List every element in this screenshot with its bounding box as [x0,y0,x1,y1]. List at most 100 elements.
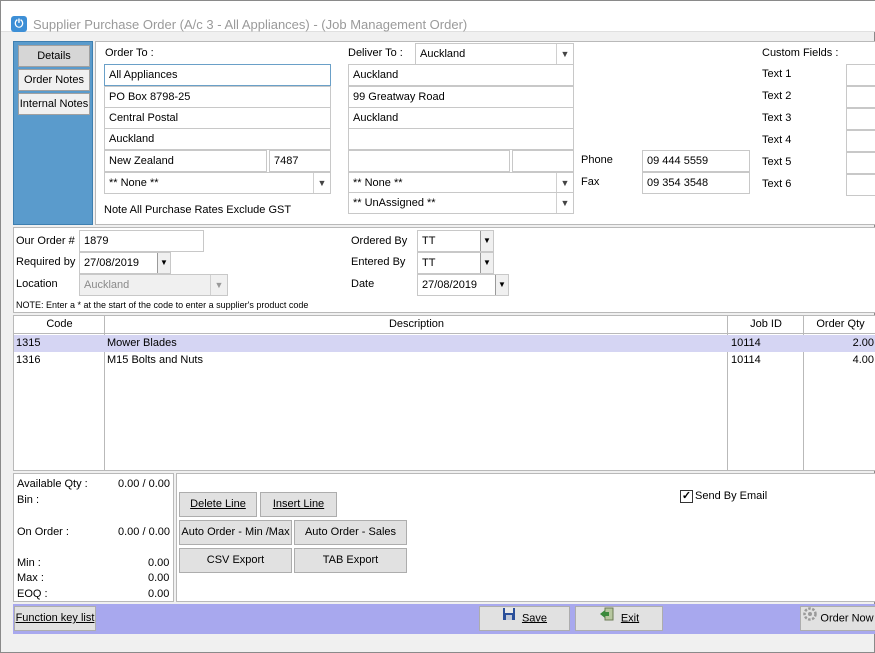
order-to-line-1[interactable]: All Appliances [104,64,331,86]
col-header-description[interactable]: Description [105,318,728,330]
order-to-country[interactable]: New Zealand [104,150,267,172]
deliver-to-postcode[interactable] [512,150,574,172]
deliver-to-label: Deliver To : [348,47,403,59]
tab-order-notes[interactable]: Order Notes [18,69,90,91]
custom-fields-label: Custom Fields : [762,47,839,59]
order-lines-grid[interactable]: Code Description Job ID Order Qty 1315 M… [13,315,875,471]
col-header-order-qty[interactable]: Order Qty [804,318,875,330]
save-button[interactable]: Save [479,606,570,631]
location-label: Location [16,278,58,290]
tab-details[interactable]: Details [18,45,90,67]
entered-by-value: TT [422,257,436,269]
deliver-to-country[interactable] [348,150,510,172]
custom-text-4-field[interactable] [846,130,875,152]
table-row[interactable]: 1315 Mower Blades 10114 2.00 [14,335,875,352]
insert-line-button[interactable]: Insert Line [260,492,337,517]
deliver-to-line-2[interactable]: 99 Greatway Road [348,86,574,108]
exit-button[interactable]: Exit [575,606,663,631]
chevron-down-icon[interactable]: ▼ [556,44,573,64]
cell-description[interactable]: Mower Blades [107,337,177,349]
deliver-to-select-2[interactable]: ** UnAssigned ** ▼ [348,192,574,214]
deliver-to-location-select[interactable]: Auckland ▼ [415,43,574,65]
order-date[interactable]: 27/08/2019 ▼ [417,274,509,296]
chevron-down-icon[interactable]: ▼ [556,193,573,213]
chevron-down-icon[interactable]: ▼ [495,275,508,295]
exit-label: Exit [620,612,640,625]
bin-label: Bin : [17,494,40,506]
table-row[interactable]: 1316 M15 Bolts and Nuts 10114 4.00 [14,352,875,369]
supplier-code-note: NOTE: Enter a * at the start of the code… [16,300,309,310]
ordered-by-label: Ordered By [351,235,408,247]
required-by-date[interactable]: 27/08/2019 ▼ [79,252,171,274]
custom-text-1-field[interactable] [846,64,875,86]
auto-order-sales-button[interactable]: Auto Order - Sales [294,520,407,545]
fax-field[interactable]: 09 354 3548 [642,172,750,194]
custom-text-1-label: Text 1 [762,68,792,80]
entered-by-select[interactable]: TT ▼ [417,252,494,274]
custom-text-3-field[interactable] [846,108,875,130]
csv-export-button[interactable]: CSV Export [179,548,292,573]
custom-text-2-field[interactable] [846,86,875,108]
chevron-down-icon: ▼ [210,275,227,295]
location-value: Auckland [84,279,130,291]
custom-text-6-label: Text 6 [762,178,792,190]
chevron-down-icon[interactable]: ▼ [480,253,493,273]
order-now-label: Order Now [820,612,874,625]
our-order-label: Our Order # [16,235,75,247]
col-header-code[interactable]: Code [14,318,105,330]
save-label: Save [521,612,548,625]
chevron-down-icon[interactable]: ▼ [556,173,573,193]
deliver-to-select-1[interactable]: ** None ** ▼ [348,172,574,194]
cell-job-id[interactable]: 10114 [731,337,761,349]
phone-field[interactable]: 09 444 5559 [642,150,750,172]
col-header-job-id[interactable]: Job ID [728,318,804,330]
gear-icon [803,607,818,630]
tab-internal-notes[interactable]: Internal Notes [18,93,90,115]
min-label: Min : [17,557,41,569]
footer-bar [13,604,875,634]
window-title: Supplier Purchase Order (A/c 3 - All App… [33,17,468,32]
auto-order-min-max-button[interactable]: Auto Order - Min /Max [179,520,292,545]
cell-code[interactable]: 1315 [16,337,40,349]
purchase-order-window: ⏻ Supplier Purchase Order (A/c 3 - All A… [0,0,875,653]
title-bar: ⏻ Supplier Purchase Order (A/c 3 - All A… [1,1,875,32]
min-value: 0.00 [148,557,170,569]
cell-description[interactable]: M15 Bolts and Nuts [107,354,203,366]
cell-order-qty[interactable]: 4.00 [853,354,874,366]
entered-by-label: Entered By [351,256,406,268]
order-to-select-value: ** None ** [109,177,159,189]
order-to-line-4[interactable]: Auckland [104,128,331,150]
app-power-icon: ⏻ [11,16,27,32]
order-to-line-2[interactable]: PO Box 8798-25 [104,86,331,108]
function-key-list-button[interactable]: Function key list [14,606,96,631]
custom-text-3-label: Text 3 [762,112,792,124]
chevron-down-icon[interactable]: ▼ [480,231,493,251]
tab-export-button[interactable]: TAB Export [294,548,407,573]
chevron-down-icon[interactable]: ▼ [313,173,330,193]
delete-line-button[interactable]: Delete Line [179,492,257,517]
eoq-value: 0.00 [148,588,170,600]
our-order-field[interactable]: 1879 [79,230,204,252]
ordered-by-select[interactable]: TT ▼ [417,230,494,252]
deliver-to-line-3[interactable]: Auckland [348,107,574,129]
custom-text-6-field[interactable] [846,174,875,196]
deliver-to-line-4[interactable] [348,128,574,150]
phone-label: Phone [581,154,613,166]
custom-text-5-field[interactable] [846,152,875,174]
order-to-select[interactable]: ** None ** ▼ [104,172,331,194]
eoq-label: EOQ : [17,588,48,600]
order-to-line-3[interactable]: Central Postal [104,107,331,129]
order-now-button[interactable]: Order Now [800,606,875,631]
cell-order-qty[interactable]: 2.00 [853,337,874,349]
order-to-postcode[interactable]: 7487 [269,150,331,172]
on-order-value: 0.00 / 0.00 [118,526,170,538]
available-qty-value: 0.00 / 0.00 [118,478,170,490]
cell-job-id[interactable]: 10114 [731,354,761,366]
order-date-value: 27/08/2019 [422,279,478,291]
available-qty-label: Available Qty : [17,478,88,490]
cell-code[interactable]: 1316 [16,354,40,366]
deliver-to-line-1[interactable]: Auckland [348,64,574,86]
required-by-label: Required by [16,256,76,268]
send-by-email-checkbox[interactable]: ✓ [680,490,693,503]
chevron-down-icon[interactable]: ▼ [157,253,170,273]
